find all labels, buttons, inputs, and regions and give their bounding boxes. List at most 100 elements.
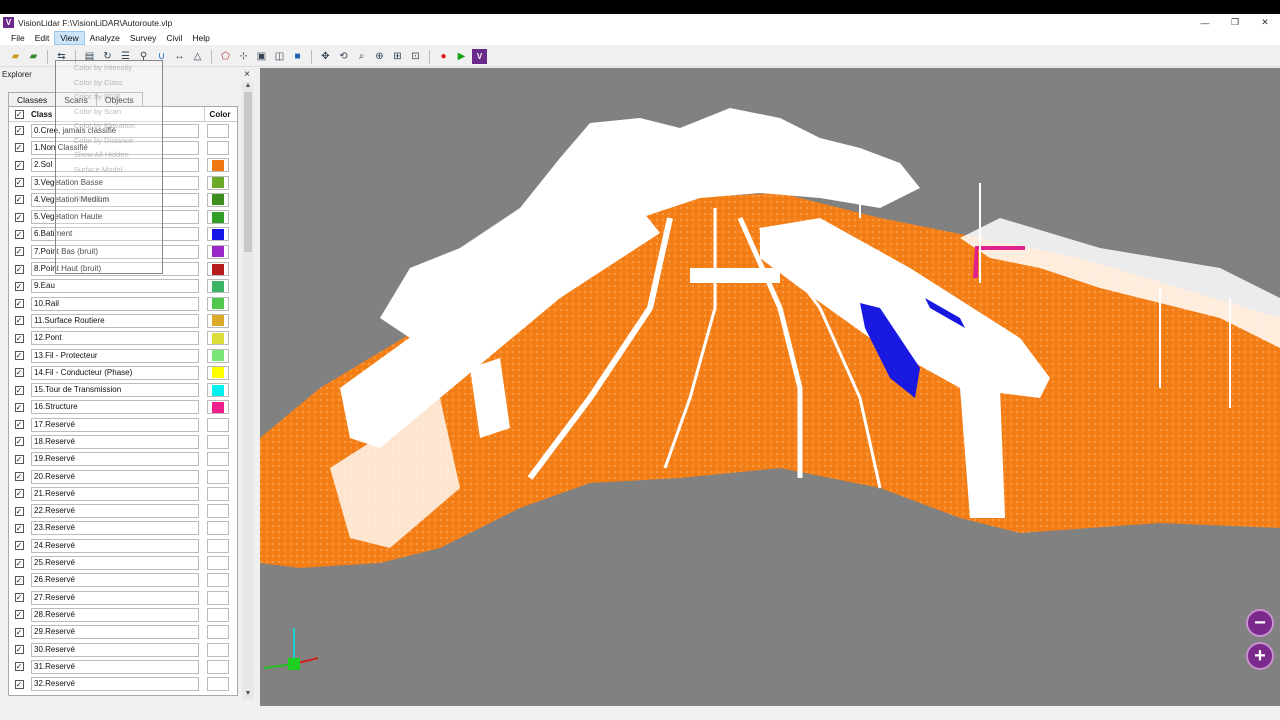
pan-icon[interactable]: ✥ <box>318 49 333 64</box>
zoom-window-icon[interactable]: ⊞ <box>390 49 405 64</box>
class-name[interactable]: 20.Reservé <box>31 469 199 484</box>
class-row[interactable]: ✓ 27.Reservé <box>9 589 237 606</box>
class-name[interactable]: 14.Fil - Conducteur (Phase) <box>31 365 199 380</box>
class-name[interactable]: 22.Reservé <box>31 504 199 519</box>
class-name[interactable]: 29.Reservé <box>31 625 199 640</box>
class-visible-checkbox[interactable]: ✓ <box>14 558 24 568</box>
class-name[interactable]: 28.Reservé <box>31 607 199 622</box>
class-row[interactable]: ✓ 24.Reservé <box>9 537 237 554</box>
view-menu-item[interactable]: Color by Intensity <box>56 61 162 76</box>
class-visible-checkbox[interactable]: ✓ <box>14 333 24 343</box>
tab-classes[interactable]: Classes <box>8 92 57 107</box>
class-color-cell[interactable] <box>207 521 229 536</box>
class-color-cell[interactable] <box>207 590 229 605</box>
class-visible-checkbox[interactable]: ✓ <box>14 454 24 464</box>
class-visible-checkbox[interactable]: ✓ <box>14 195 24 205</box>
class-name[interactable]: 11.Surface Routiere <box>31 313 199 328</box>
class-row[interactable]: ✓ 14.Fil - Conducteur (Phase) <box>9 364 237 381</box>
class-visible-checkbox[interactable]: ✓ <box>14 402 24 412</box>
rotate-icon[interactable]: ⟲ <box>336 49 351 64</box>
class-name[interactable]: 16.Structure <box>31 400 199 415</box>
class-visible-checkbox[interactable]: ✓ <box>14 645 24 655</box>
class-row[interactable]: ✓ 32.Reservé <box>9 676 237 693</box>
class-visible-checkbox[interactable]: ✓ <box>14 420 24 430</box>
open-folder-icon[interactable]: ▰ <box>8 49 23 64</box>
zoom-extent-icon[interactable]: ⊡ <box>408 49 423 64</box>
view-menu-item[interactable]: Color by Distance <box>56 134 162 149</box>
class-color-cell[interactable] <box>207 192 229 207</box>
class-color-cell[interactable] <box>207 313 229 328</box>
class-color-cell[interactable] <box>207 538 229 553</box>
class-color-cell[interactable] <box>207 486 229 501</box>
class-visible-checkbox[interactable]: ✓ <box>14 506 24 516</box>
class-row[interactable]: ✓ 31.Reservé <box>9 658 237 675</box>
view-menu-item[interactable]: Color by Scan <box>56 105 162 120</box>
class-color-cell[interactable] <box>207 642 229 657</box>
class-color-cell[interactable] <box>207 296 229 311</box>
record-icon[interactable]: ● <box>436 49 451 64</box>
class-color-cell[interactable] <box>207 262 229 277</box>
class-color-cell[interactable] <box>207 607 229 622</box>
class-color-cell[interactable] <box>207 140 229 155</box>
class-visible-checkbox[interactable]: ✓ <box>14 679 24 689</box>
class-visible-checkbox[interactable]: ✓ <box>14 212 24 222</box>
angle-icon[interactable]: △ <box>190 49 205 64</box>
select-polygon-icon[interactable]: ⬠ <box>218 49 233 64</box>
class-name[interactable]: 15.Tour de Transmission <box>31 383 199 398</box>
box-icon[interactable]: ◫ <box>272 49 287 64</box>
class-row[interactable]: ✓ 9.Eau <box>9 278 237 295</box>
class-row[interactable]: ✓ 17.Reservé <box>9 416 237 433</box>
class-visible-checkbox[interactable]: ✓ <box>14 472 24 482</box>
class-color-cell[interactable] <box>207 452 229 467</box>
menu-analyze[interactable]: Analyze <box>85 32 125 44</box>
class-visible-checkbox[interactable]: ✓ <box>14 368 24 378</box>
class-name[interactable]: 24.Reservé <box>31 538 199 553</box>
select-point-icon[interactable]: ⊹ <box>236 49 251 64</box>
visionlidar-icon[interactable]: V <box>472 49 487 64</box>
class-visible-checkbox[interactable]: ✓ <box>14 437 24 447</box>
class-visible-checkbox[interactable]: ✓ <box>14 489 24 499</box>
class-visible-checkbox[interactable]: ✓ <box>14 662 24 672</box>
class-visible-checkbox[interactable]: ✓ <box>14 247 24 257</box>
class-color-cell[interactable] <box>207 400 229 415</box>
class-visible-checkbox[interactable]: ✓ <box>14 281 24 291</box>
class-visible-checkbox[interactable]: ✓ <box>14 143 24 153</box>
class-visible-checkbox[interactable]: ✓ <box>14 160 24 170</box>
menu-survey[interactable]: Survey <box>125 32 161 44</box>
class-row[interactable]: ✓ 13.Fil - Protecteur <box>9 347 237 364</box>
class-color-cell[interactable] <box>207 625 229 640</box>
cube-icon[interactable]: ■ <box>290 49 305 64</box>
scroll-thumb[interactable] <box>244 92 252 252</box>
play-icon[interactable]: ▶ <box>454 49 469 64</box>
zoom-in-icon[interactable]: ⊕ <box>372 49 387 64</box>
class-row[interactable]: ✓ 16.Structure <box>9 399 237 416</box>
class-row[interactable]: ✓ 29.Reservé <box>9 624 237 641</box>
class-visible-checkbox[interactable]: ✓ <box>14 178 24 188</box>
class-name[interactable]: 17.Reservé <box>31 417 199 432</box>
class-name[interactable]: 27.Reservé <box>31 590 199 605</box>
class-visible-checkbox[interactable]: ✓ <box>14 610 24 620</box>
view-menu-item[interactable]: Surface Model <box>56 163 162 178</box>
class-name[interactable]: 23.Reservé <box>31 521 199 536</box>
menu-file[interactable]: File <box>6 32 30 44</box>
class-visible-checkbox[interactable]: ✓ <box>14 351 24 360</box>
class-color-cell[interactable] <box>207 417 229 432</box>
class-color-cell[interactable] <box>207 365 229 380</box>
class-name[interactable]: 13.Fil - Protecteur <box>31 348 199 363</box>
class-color-cell[interactable] <box>207 348 229 363</box>
menu-civil[interactable]: Civil <box>161 32 187 44</box>
class-color-cell[interactable] <box>207 469 229 484</box>
class-name[interactable]: 30.Reservé <box>31 642 199 657</box>
point-cloud-viewport[interactable]: − + <box>260 68 1280 706</box>
class-row[interactable]: ✓ 22.Reservé <box>9 503 237 520</box>
explorer-scrollbar[interactable]: ▲ ▼ <box>242 82 254 700</box>
class-row[interactable]: ✓ 30.Reservé <box>9 641 237 658</box>
class-name[interactable]: 9.Eau <box>31 279 199 294</box>
class-color-cell[interactable] <box>207 556 229 571</box>
class-color-cell[interactable] <box>207 210 229 225</box>
class-color-cell[interactable] <box>207 244 229 259</box>
class-color-cell[interactable] <box>207 659 229 674</box>
class-color-cell[interactable] <box>207 331 229 346</box>
view-menu-item[interactable]: Status Bar <box>56 192 162 207</box>
class-visible-checkbox[interactable]: ✓ <box>14 593 24 603</box>
